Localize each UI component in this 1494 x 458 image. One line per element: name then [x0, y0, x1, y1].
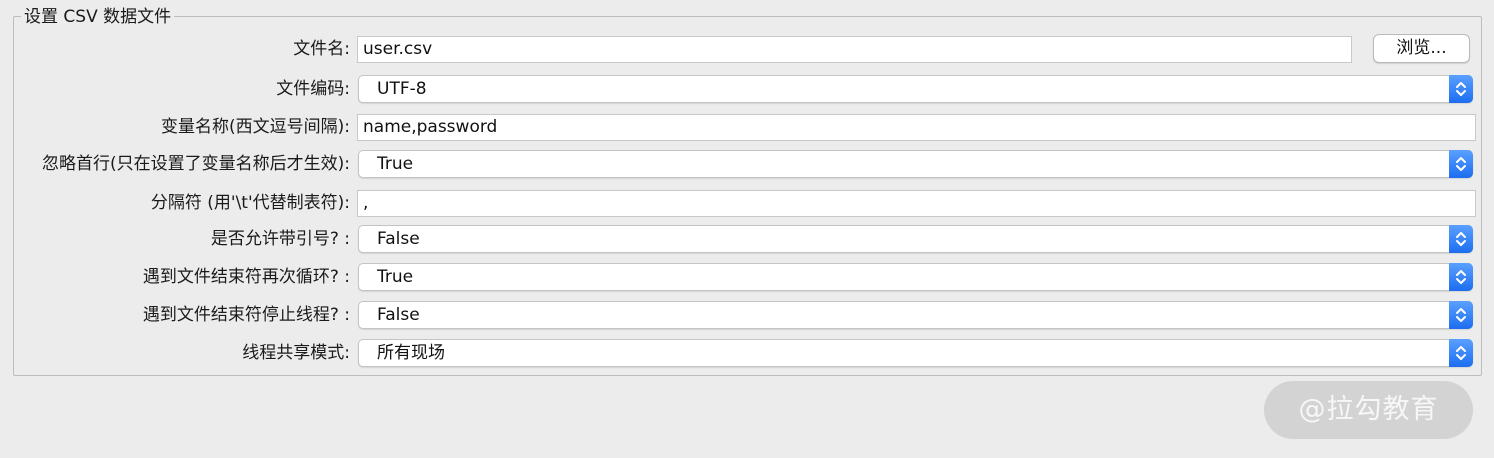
- variable-names-label: 变量名称(西文逗号间隔):: [161, 117, 350, 137]
- delimiter-row: 分隔符 (用'\t'代替制表符): ,: [0, 187, 1494, 219]
- up-down-chevron-icon[interactable]: [1449, 263, 1473, 291]
- watermark: @拉勾教育: [1264, 381, 1473, 439]
- recycle-on-eof-row: 遇到文件结束符再次循环? : True: [0, 261, 1494, 293]
- ignore-first-line-value: True: [377, 154, 414, 174]
- stop-thread-on-eof-select[interactable]: False: [358, 301, 1473, 329]
- encoding-row: 文件编码: UTF-8: [0, 73, 1494, 105]
- delimiter-input[interactable]: ,: [357, 190, 1476, 217]
- stop-thread-on-eof-value: False: [377, 305, 420, 325]
- allow-quoted-label: 是否允许带引号? :: [210, 229, 350, 249]
- sharing-mode-label: 线程共享模式:: [242, 343, 350, 363]
- stop-thread-on-eof-label: 遇到文件结束符停止线程? :: [142, 305, 350, 325]
- stop-thread-on-eof-row: 遇到文件结束符停止线程? : False: [0, 299, 1494, 331]
- up-down-chevron-icon[interactable]: [1449, 339, 1473, 367]
- up-down-chevron-icon[interactable]: [1449, 301, 1473, 329]
- ignore-first-line-select[interactable]: True: [358, 150, 1473, 178]
- encoding-select[interactable]: UTF-8: [358, 75, 1473, 103]
- recycle-on-eof-value: True: [377, 267, 414, 287]
- up-down-chevron-icon[interactable]: [1449, 225, 1473, 253]
- recycle-on-eof-select[interactable]: True: [358, 263, 1473, 291]
- panel-title: 设置 CSV 数据文件: [21, 6, 175, 28]
- ignore-first-line-row: 忽略首行(只在设置了变量名称后才生效): True: [0, 148, 1494, 180]
- filename-label: 文件名:: [293, 39, 350, 59]
- sharing-mode-row: 线程共享模式: 所有现场: [0, 337, 1494, 369]
- browse-button[interactable]: 浏览...: [1373, 34, 1470, 63]
- allow-quoted-row: 是否允许带引号? : False: [0, 223, 1494, 255]
- variable-names-row: 变量名称(西文逗号间隔): name,password: [0, 111, 1494, 143]
- allow-quoted-value: False: [377, 229, 420, 249]
- filename-row: 文件名: user.csv 浏览...: [0, 33, 1494, 65]
- variable-names-input[interactable]: name,password: [357, 114, 1476, 141]
- filename-input[interactable]: user.csv: [357, 36, 1352, 63]
- encoding-label: 文件编码:: [276, 79, 350, 99]
- allow-quoted-select[interactable]: False: [358, 225, 1473, 253]
- recycle-on-eof-label: 遇到文件结束符再次循环? :: [142, 267, 350, 287]
- encoding-value: UTF-8: [377, 79, 427, 99]
- sharing-mode-value: 所有现场: [377, 343, 445, 363]
- up-down-chevron-icon[interactable]: [1449, 75, 1473, 103]
- up-down-chevron-icon[interactable]: [1449, 150, 1473, 178]
- ignore-first-line-label: 忽略首行(只在设置了变量名称后才生效):: [42, 154, 350, 174]
- sharing-mode-select[interactable]: 所有现场: [358, 339, 1473, 367]
- delimiter-label: 分隔符 (用'\t'代替制表符):: [150, 193, 350, 213]
